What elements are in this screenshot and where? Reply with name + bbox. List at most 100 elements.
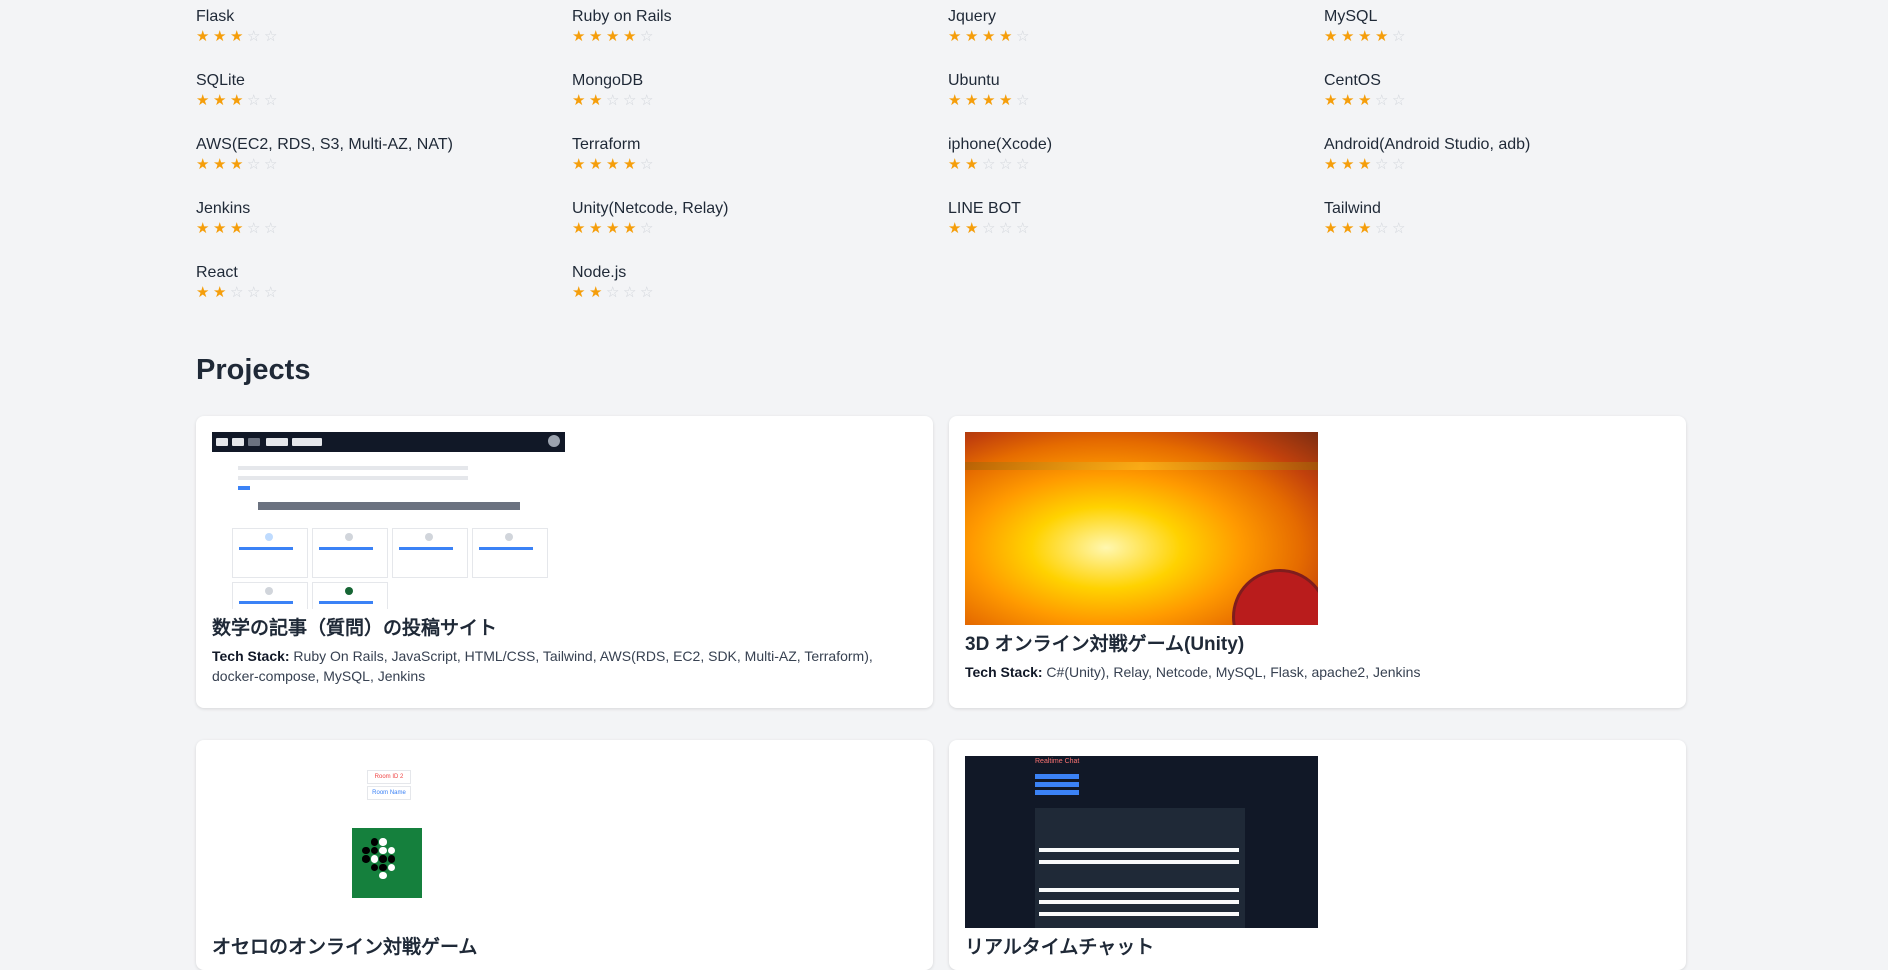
- project-thumbnail[interactable]: [212, 432, 565, 609]
- star-filled-icon: ★: [1324, 28, 1338, 45]
- othello-board: [352, 828, 422, 898]
- project-card[interactable]: 数学の記事（質問）の投稿サイト Tech Stack: Ruby On Rail…: [196, 416, 933, 708]
- project-thumbnail[interactable]: Room ID 2 Room Name: [212, 756, 565, 928]
- star-filled-icon: ★: [1375, 28, 1389, 45]
- star-empty-icon: ☆: [247, 284, 261, 301]
- project-thumbnail[interactable]: [965, 432, 1318, 625]
- skill-item: Ruby on Rails ★ ★ ★ ★ ☆: [572, 0, 948, 64]
- skill-item: Unity(Netcode, Relay) ★ ★ ★ ★ ☆: [572, 192, 948, 256]
- star-empty-icon: ☆: [247, 92, 261, 109]
- star-filled-icon: ★: [948, 156, 962, 173]
- star-empty-icon: ☆: [640, 28, 654, 45]
- star-filled-icon: ★: [606, 220, 620, 237]
- room-id-label: Room ID 2: [367, 770, 411, 784]
- skill-name: Tailwind: [1324, 200, 1381, 217]
- skill-name: LINE BOT: [948, 200, 1021, 217]
- skill-rating: ★ ★ ★ ☆ ☆: [196, 29, 572, 45]
- skill-name: Unity(Netcode, Relay): [572, 200, 729, 217]
- star-filled-icon: ★: [589, 284, 603, 301]
- star-filled-icon: ★: [623, 220, 637, 237]
- skill-rating: ★ ★ ☆ ☆ ☆: [196, 285, 572, 301]
- star-empty-icon: ☆: [640, 156, 654, 173]
- skill-rating: ★ ★ ★ ★ ☆: [572, 221, 948, 237]
- board-cell: [379, 846, 387, 855]
- project-title: オセロのオンライン対戦ゲーム: [212, 937, 478, 958]
- star-empty-icon: ☆: [1016, 28, 1030, 45]
- star-filled-icon: ★: [213, 284, 227, 301]
- star-empty-icon: ☆: [247, 28, 261, 45]
- star-empty-icon: ☆: [999, 156, 1013, 173]
- board-cell: [379, 863, 387, 871]
- skill-name: CentOS: [1324, 72, 1381, 89]
- board-cell: [362, 846, 370, 855]
- board-cell: [388, 880, 395, 887]
- skill-rating: ★ ★ ★ ★ ☆: [572, 29, 948, 45]
- star-empty-icon: ☆: [640, 220, 654, 237]
- star-filled-icon: ★: [196, 220, 210, 237]
- skill-rating: ★ ★ ★ ☆ ☆: [1324, 93, 1686, 109]
- star-filled-icon: ★: [196, 92, 210, 109]
- star-empty-icon: ☆: [640, 284, 654, 301]
- star-filled-icon: ★: [196, 284, 210, 301]
- project-title: リアルタイムチャット: [965, 937, 1155, 958]
- star-empty-icon: ☆: [264, 220, 278, 237]
- skill-item: SQLite ★ ★ ★ ☆ ☆: [196, 64, 572, 128]
- star-empty-icon: ☆: [1392, 156, 1406, 173]
- skill-item: Node.js ★ ★ ☆ ☆ ☆: [572, 256, 948, 320]
- skill-item: MySQL ★ ★ ★ ★ ☆: [1324, 0, 1686, 64]
- board-cell: [362, 864, 369, 871]
- star-filled-icon: ★: [1324, 220, 1338, 237]
- project-thumbnail[interactable]: Realtime Chat: [965, 756, 1318, 928]
- star-empty-icon: ☆: [1375, 92, 1389, 109]
- project-card[interactable]: Realtime Chat リアルタイムチャット: [949, 740, 1686, 970]
- project-card[interactable]: Room ID 2 Room Name オセロのオンライン対戦ゲーム: [196, 740, 933, 970]
- skill-item: AWS(EC2, RDS, S3, Multi-AZ, NAT) ★ ★ ★ ☆ ☆: [196, 128, 572, 192]
- skill-rating: ★ ★ ★ ★ ☆: [1324, 29, 1686, 45]
- star-empty-icon: ☆: [1392, 220, 1406, 237]
- project-card[interactable]: 3D オンライン対戦ゲーム(Unity) Tech Stack: C#(Unit…: [949, 416, 1686, 708]
- skill-name: Ubuntu: [948, 72, 1000, 89]
- skill-name: React: [196, 264, 238, 281]
- star-filled-icon: ★: [589, 156, 603, 173]
- board-cell: [362, 855, 370, 863]
- project-tech-stack: Tech Stack: Ruby On Rails, JavaScript, H…: [212, 648, 873, 684]
- board-cell: [362, 872, 369, 879]
- star-empty-icon: ☆: [640, 92, 654, 109]
- board-cell: [379, 830, 386, 837]
- star-empty-icon: ☆: [264, 284, 278, 301]
- board-cell: [404, 864, 411, 871]
- star-empty-icon: ☆: [230, 284, 244, 301]
- star-filled-icon: ★: [572, 220, 586, 237]
- skill-name: SQLite: [196, 72, 245, 89]
- star-empty-icon: ☆: [982, 220, 996, 237]
- board-cell: [354, 855, 361, 862]
- skill-item: iphone(Xcode) ★ ★ ☆ ☆ ☆: [948, 128, 1324, 192]
- board-cell: [413, 855, 420, 862]
- skill-rating: ★ ★ ★ ☆ ☆: [196, 157, 572, 173]
- star-filled-icon: ★: [965, 156, 979, 173]
- projects-heading: Projects: [196, 354, 311, 386]
- board-cell: [362, 889, 369, 896]
- star-empty-icon: ☆: [1016, 156, 1030, 173]
- board-cell: [413, 872, 420, 879]
- star-filled-icon: ★: [213, 156, 227, 173]
- skill-rating: ★ ★ ★ ★ ☆: [948, 93, 1324, 109]
- skill-rating: ★ ★ ★ ☆ ☆: [196, 221, 572, 237]
- star-empty-icon: ☆: [606, 284, 620, 301]
- star-filled-icon: ★: [1341, 28, 1355, 45]
- star-filled-icon: ★: [1341, 92, 1355, 109]
- star-filled-icon: ★: [213, 28, 227, 45]
- board-cell: [388, 830, 395, 837]
- board-cell: [354, 880, 361, 887]
- board-cell: [404, 872, 411, 879]
- skill-item: MongoDB ★ ★ ☆ ☆ ☆: [572, 64, 948, 128]
- skill-item: Jenkins ★ ★ ★ ☆ ☆: [196, 192, 572, 256]
- star-filled-icon: ★: [606, 156, 620, 173]
- board-cell: [371, 880, 378, 887]
- skills-grid: Flask ★ ★ ★ ☆ ☆ Ruby on Rails ★ ★ ★ ★ ☆ Jquery ★ ★ ★ ★ ☆ M…: [196, 0, 1686, 320]
- board-cell: [396, 872, 403, 879]
- board-cell: [413, 847, 420, 854]
- board-cell: [370, 863, 379, 871]
- board-cell: [354, 830, 361, 837]
- star-filled-icon: ★: [1358, 28, 1372, 45]
